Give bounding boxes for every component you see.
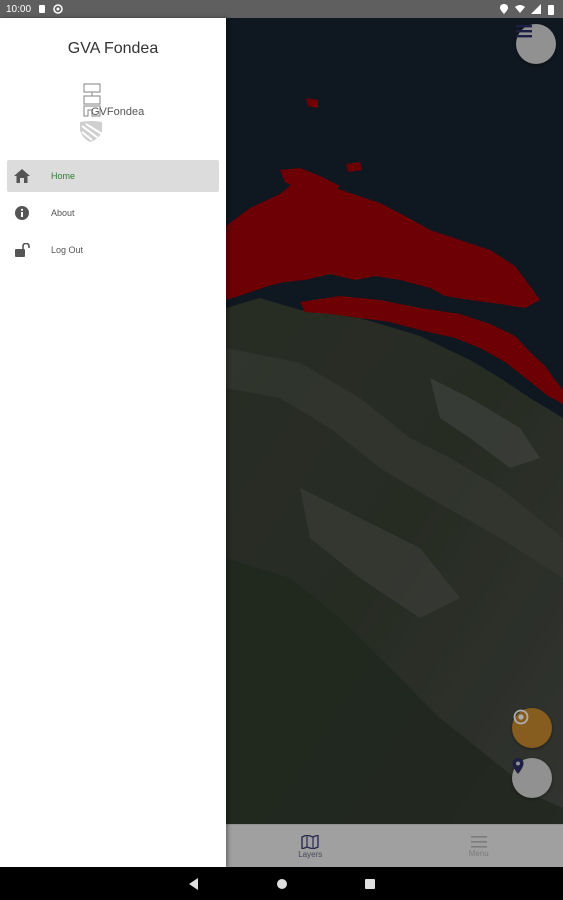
tab-menu[interactable]: Menu: [395, 825, 563, 868]
menu-icon: [516, 25, 532, 38]
wifi-icon: [515, 4, 525, 14]
logo-text: GVFondea: [91, 106, 145, 118]
map-menu-fab[interactable]: [516, 24, 556, 64]
locate-fab[interactable]: [512, 708, 552, 748]
info-icon: [12, 203, 32, 223]
status-time: 10:00: [6, 3, 32, 15]
battery-icon: [547, 4, 557, 15]
drawer-menu: Home About Log Out: [7, 160, 219, 271]
tab-layers-label: Layers: [298, 849, 323, 859]
system-nav-bar: [0, 867, 563, 900]
map-icon: [301, 834, 319, 849]
drawer-title: GVA Fondea: [67, 40, 159, 57]
target-icon: [513, 709, 529, 725]
recents-icon[interactable]: [364, 878, 376, 890]
navigation-drawer: GVA Fondea GVFondea Home About Log Out: [0, 18, 226, 867]
tab-layers[interactable]: Layers: [226, 825, 395, 868]
home-nav-icon[interactable]: [276, 878, 288, 890]
status-bar: 10:00: [0, 0, 563, 18]
sync-icon: [53, 4, 63, 14]
unlock-icon: [12, 240, 32, 260]
menu-item-about-label: About: [51, 208, 75, 218]
signal-icon: [531, 4, 541, 14]
pin-fab[interactable]: [512, 758, 552, 798]
menu-item-about[interactable]: About: [7, 197, 219, 229]
menu-icon: [470, 836, 487, 848]
home-icon: [12, 166, 32, 186]
bottom-navigation: Layers Menu: [226, 824, 563, 868]
menu-item-home-label: Home: [51, 171, 76, 181]
back-icon[interactable]: [188, 877, 200, 890]
tab-menu-label: Menu: [468, 849, 489, 858]
menu-item-logout[interactable]: Log Out: [7, 234, 219, 266]
location-icon: [499, 4, 509, 14]
map-pin-icon: [512, 758, 524, 774]
menu-item-home[interactable]: Home: [7, 160, 219, 192]
sd-card-icon: [37, 4, 47, 14]
menu-item-logout-label: Log Out: [51, 245, 84, 255]
